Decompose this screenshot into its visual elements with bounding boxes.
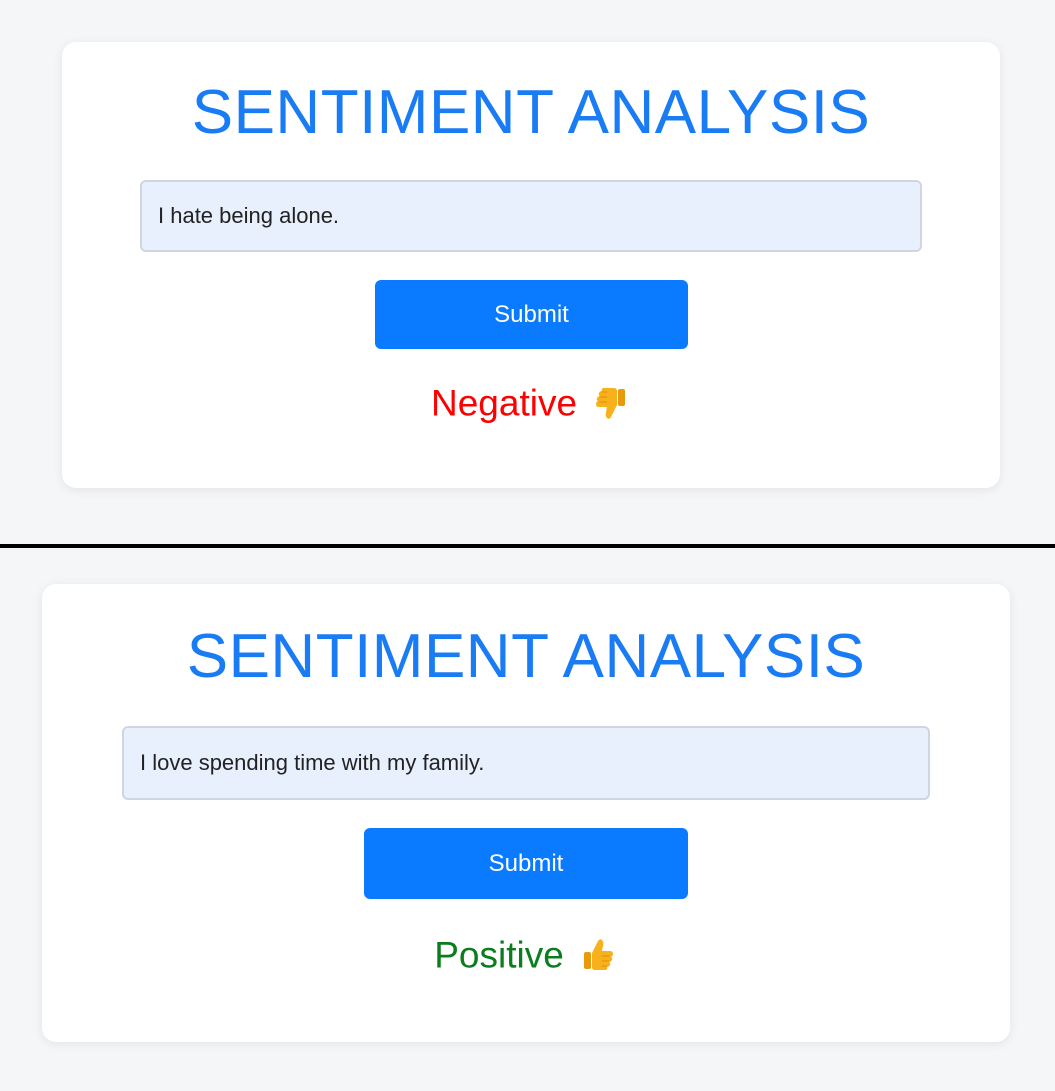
sentence-input[interactable] xyxy=(140,180,922,252)
sentiment-result: Negative xyxy=(62,382,1000,423)
sentiment-result: Positive xyxy=(42,934,1010,975)
sentence-input[interactable] xyxy=(122,726,930,800)
page-title: SENTIMENT ANALYSIS xyxy=(186,622,866,691)
page-title: SENTIMENT ANALYSIS xyxy=(191,78,871,147)
submit-button[interactable]: Submit xyxy=(375,280,688,349)
thumbs-up-icon xyxy=(578,935,618,975)
sentiment-panel-positive: SENTIMENT ANALYSIS Submit Positive xyxy=(0,548,1055,1091)
sentiment-result-label: Positive xyxy=(434,934,564,976)
thumbs-down-icon xyxy=(591,383,631,423)
sentiment-card: SENTIMENT ANALYSIS Submit Positive xyxy=(42,584,1010,1042)
submit-button[interactable]: Submit xyxy=(364,828,688,899)
sentiment-card: SENTIMENT ANALYSIS Submit Negative xyxy=(62,42,1000,488)
sentiment-panel-negative: SENTIMENT ANALYSIS Submit Negative xyxy=(0,0,1055,544)
sentiment-result-label: Negative xyxy=(430,382,578,424)
